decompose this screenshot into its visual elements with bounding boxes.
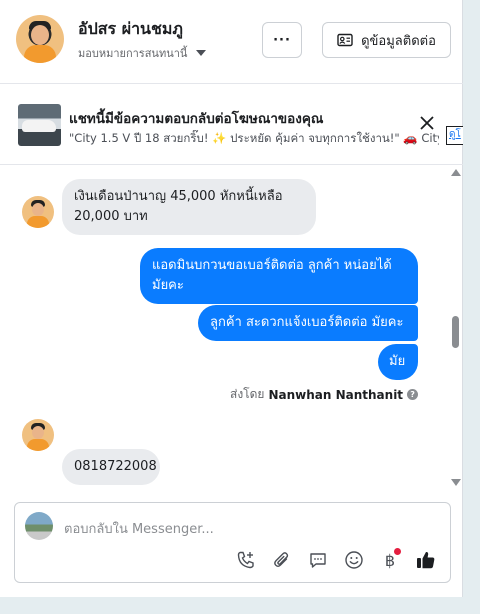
emoji-icon[interactable] — [343, 549, 365, 571]
ad-banner-title: แชทนี้มีข้อความตอบกลับต่อโฆษณาของคุณ — [69, 111, 324, 127]
composer-toolbar: ฿ — [235, 548, 437, 571]
help-icon[interactable]: ? — [407, 389, 419, 400]
call-add-icon[interactable] — [235, 549, 257, 571]
assign-conversation-dropdown[interactable]: มอบหมายการสนทนานี้ — [78, 44, 207, 62]
contact-avatar-small[interactable] — [22, 419, 54, 451]
view-contact-label: ดูข้อมูลติดต่อ — [361, 33, 436, 49]
conversation-header: อัปสร ผ่านชมภู มอบหมายการสนทนานี้ ··· ดู… — [0, 0, 463, 84]
saved-replies-icon[interactable] — [307, 549, 329, 571]
page-avatar — [25, 512, 53, 540]
incoming-message[interactable]: 0818722008 — [62, 449, 160, 485]
conversation-panel: อัปสร ผ่านชมภู มอบหมายการสนทนานี้ ··· ดู… — [0, 0, 463, 597]
outgoing-message[interactable]: ลูกค้า สะดวกแจ้งเบอร์ติดต่อ มัยคะ — [198, 305, 418, 341]
contact-avatar[interactable] — [16, 15, 64, 63]
outgoing-message[interactable]: มัย — [378, 344, 418, 380]
outgoing-message[interactable]: แอดมินบกวนขอเบอร์ติดต่อ ลูกค้า หน่อยได้ม… — [140, 248, 418, 304]
view-ad-link[interactable]: ดูโ — [446, 126, 463, 145]
sent-by-label: ส่งโดย Nanwhan Nanthanit ? — [230, 385, 419, 404]
message-composer[interactable]: ตอบกลับใน Messenger... ฿ — [14, 502, 451, 583]
attachment-icon[interactable] — [271, 549, 293, 571]
sent-by-agent: Nanwhan Nanthanit — [268, 387, 404, 402]
close-icon[interactable] — [418, 114, 436, 132]
incoming-message[interactable]: เงินเดือนป่านาญ 45,000 หักหนี้เหลือ 20,0… — [62, 179, 316, 235]
scroll-thumb[interactable] — [452, 316, 459, 348]
scroll-up-arrow-icon[interactable] — [451, 169, 461, 176]
reply-input[interactable]: ตอบกลับใน Messenger... — [64, 518, 214, 539]
payment-icon[interactable]: ฿ — [379, 548, 401, 571]
assign-label: มอบหมายการสนทนานี้ — [78, 47, 188, 60]
contact-name[interactable]: อัปสร ผ่านชมภู — [78, 17, 183, 42]
ad-thumbnail[interactable] — [18, 104, 61, 146]
message-scrollbar[interactable] — [446, 166, 463, 492]
ellipsis-icon: ··· — [273, 32, 291, 48]
message-list: เงินเดือนป่านาญ 45,000 หักหนี้เหลือ 20,0… — [0, 166, 446, 492]
sent-by-prefix: ส่งโดย — [230, 387, 265, 401]
more-options-button[interactable]: ··· — [262, 22, 302, 58]
contact-card-icon — [337, 33, 353, 47]
ad-banner-subtitle: "City 1.5 V ปี 18 สวยกริ๊บ! ✨ ประหยัด คุ… — [69, 131, 439, 145]
view-contact-button[interactable]: ดูข้อมูลติดต่อ — [322, 22, 451, 58]
scroll-down-arrow-icon[interactable] — [451, 479, 461, 486]
like-icon[interactable] — [415, 549, 437, 571]
caret-down-icon — [196, 50, 207, 56]
ad-reply-banner: แชทนี้มีข้อความตอบกลับต่อโฆษณาของคุณ "Ci… — [0, 85, 463, 165]
contact-avatar-small[interactable] — [22, 196, 54, 228]
notification-dot — [394, 548, 401, 555]
